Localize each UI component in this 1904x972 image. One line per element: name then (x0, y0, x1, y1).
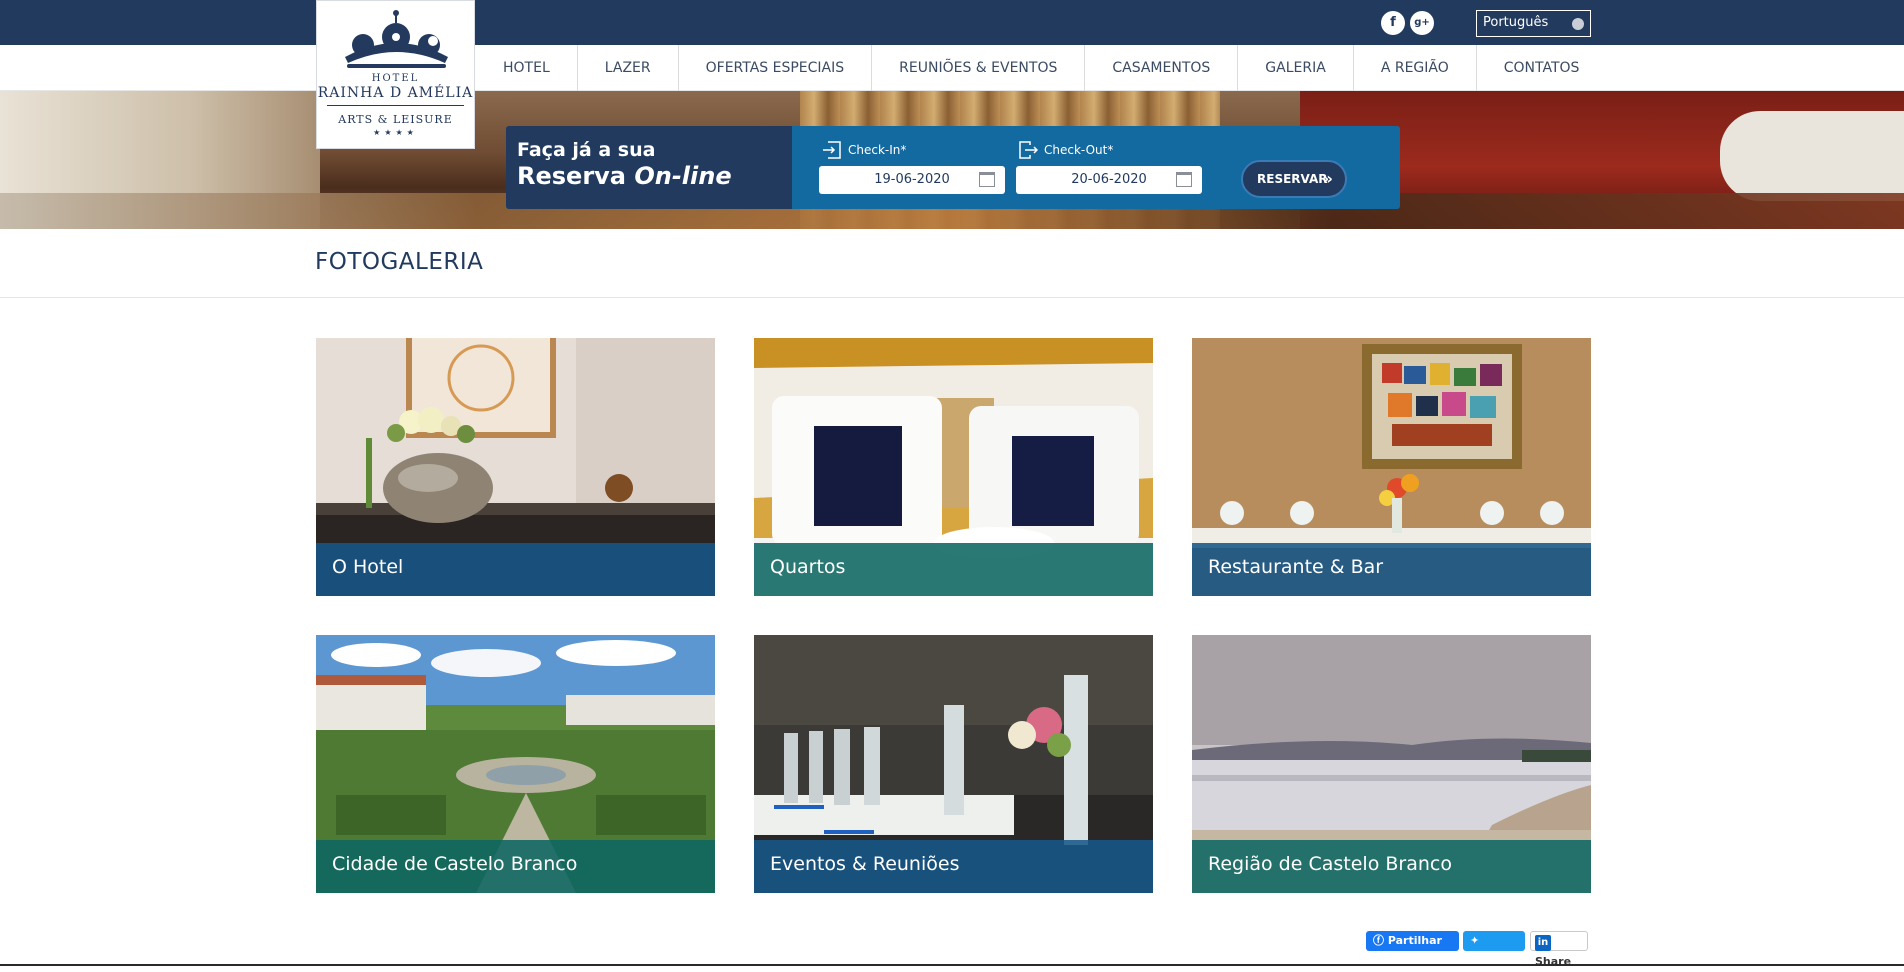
twitter-tweet-button[interactable]: ✦ Tweet (1463, 931, 1525, 967)
language-select[interactable]: Português (1476, 10, 1591, 37)
calendar-icon[interactable] (1176, 172, 1192, 187)
logo-line-name: RAINHA D AMÉLIA (317, 85, 474, 101)
nav-item-reunioes-eventos[interactable]: REUNIÕES & EVENTOS (872, 45, 1086, 91)
logo-divider (327, 105, 464, 106)
booking-promo: Faça já a sua Reserva On-line (506, 126, 792, 209)
checkout-date-value: 20-06-2020 (1071, 172, 1147, 187)
nav-item-hotel[interactable]: HOTEL (476, 45, 578, 91)
google-plus-icon[interactable]: g+ (1410, 11, 1434, 35)
gallery-card-cidade-castelo-branco[interactable]: Cidade de Castelo Branco (316, 635, 715, 893)
promo-line-1: Faça já a sua (517, 139, 656, 161)
checkin-label: Check-In* (822, 140, 906, 162)
gallery-card-eventos-reunioes[interactable]: Eventos & Reuniões (754, 635, 1153, 893)
nav-item-galeria[interactable]: GALERIA (1238, 45, 1354, 91)
gallery-caption: Quartos (754, 543, 1153, 596)
title-divider (0, 297, 1904, 298)
nav-item-lazer[interactable]: LAZER (578, 45, 679, 91)
page-title: FOTOGALERIA (315, 249, 484, 275)
gallery-caption: Região de Castelo Branco (1192, 840, 1591, 893)
checkin-date-value: 19-06-2020 (874, 172, 950, 187)
gallery-card-regiao-castelo-branco[interactable]: Região de Castelo Branco (1192, 635, 1591, 893)
facebook-share-button[interactable]: ⓕ Partilhar 0 (1366, 931, 1459, 967)
nav-menu: HOTEL LAZER OFERTAS ESPECIAIS REUNIÕES &… (476, 45, 1606, 91)
gallery-caption: O Hotel (316, 543, 715, 596)
checkin-date-field[interactable]: 19-06-2020 (819, 166, 1005, 194)
reservar-button-label: RESERVAR (1257, 172, 1328, 186)
checkout-icon (1019, 141, 1038, 159)
twitter-icon: ✦ (1470, 934, 1480, 947)
nav-item-contatos[interactable]: CONTATOS (1477, 45, 1607, 91)
gallery-card-o-hotel[interactable]: O Hotel (316, 338, 715, 596)
promo-line-2-reserva: Reserva (517, 162, 635, 190)
gallery-caption: Cidade de Castelo Branco (316, 840, 715, 893)
dropdown-knob-icon (1572, 18, 1584, 30)
logo-line-subtitle: ARTS & LEISURE (338, 113, 453, 126)
linkedin-share-label: Share (1535, 955, 1572, 968)
nav-item-casamentos[interactable]: CASAMENTOS (1085, 45, 1239, 91)
language-value: Português (1483, 15, 1549, 30)
checkout-label: Check-Out* (1018, 140, 1113, 162)
reservar-button[interactable]: RESERVAR » (1241, 160, 1347, 198)
logo-line-hotel: HOTEL (371, 73, 420, 84)
top-bar: f g+ Português (0, 0, 1904, 45)
hero-decor-tablecloth (1720, 111, 1904, 201)
calendar-icon[interactable] (979, 172, 995, 187)
facebook-icon[interactable]: f (1381, 11, 1405, 35)
booking-widget: Faça já a sua Reserva On-line Check-In* … (506, 126, 1400, 209)
logo-stars: ★★★★ (373, 128, 418, 137)
gallery-card-restaurante-bar[interactable]: Restaurante & Bar (1192, 338, 1591, 596)
linkedin-icon: in (1535, 935, 1551, 951)
gallery-caption: Eventos & Reuniões (754, 840, 1153, 893)
linkedin-share-button[interactable]: in Share (1530, 931, 1588, 968)
crown-icon (345, 10, 448, 68)
hotel-logo[interactable]: HOTEL RAINHA D AMÉLIA ARTS & LEISURE ★★★… (316, 0, 475, 149)
promo-line-2: Reserva On-line (517, 162, 781, 190)
checkin-label-text: Check-In* (848, 143, 907, 157)
checkin-icon (823, 141, 841, 159)
checkout-date-field[interactable]: 20-06-2020 (1016, 166, 1202, 194)
checkout-label-text: Check-Out* (1044, 143, 1114, 157)
promo-line-2-online: On-line (634, 162, 732, 190)
nav-item-a-regiao[interactable]: A REGIÃO (1354, 45, 1477, 91)
main-navigation: HOTEL LAZER OFERTAS ESPECIAIS REUNIÕES &… (0, 45, 1904, 91)
gallery-card-quartos[interactable]: Quartos (754, 338, 1153, 596)
facebook-share-icon: ⓕ (1373, 934, 1388, 947)
double-chevron-right-icon: » (1322, 169, 1333, 188)
nav-item-ofertas-especiais[interactable]: OFERTAS ESPECIAIS (679, 45, 873, 91)
gallery-caption: Restaurante & Bar (1192, 543, 1591, 596)
